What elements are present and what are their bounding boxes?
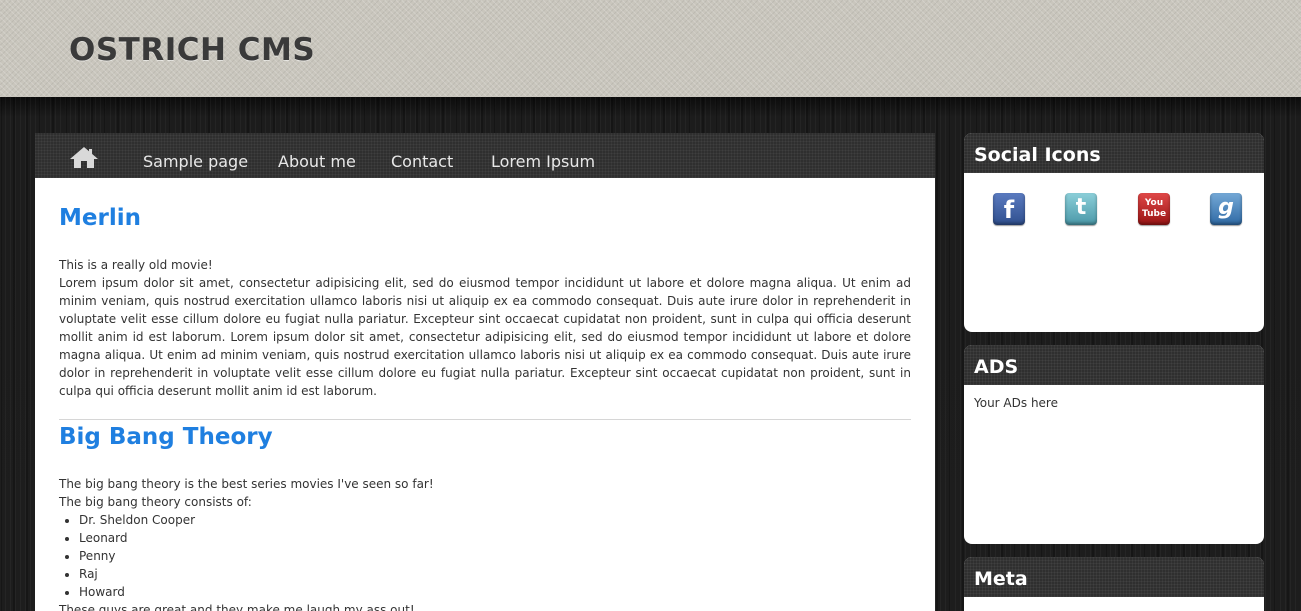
nav-item-contact[interactable]: Contact [391,152,453,171]
post-paragraph: The big bang theory consists of: [59,495,252,509]
post-paragraph: These guys are great and they make me la… [59,603,415,611]
home-icon[interactable] [68,145,100,169]
ads-text: Your ADs here [974,396,1058,410]
post-big-bang-theory: Big Bang Theory The big bang theory is t… [59,420,911,611]
widget-ads: ADS Your ADs here [964,345,1264,544]
list-item: Howard [79,583,911,601]
widget-title: ADS [964,345,1264,385]
post-body: This is a really old movie! Lorem ipsum … [59,256,911,400]
post-paragraph: This is a really old movie! [59,258,213,272]
widget-title: Meta [964,557,1264,597]
twitter-icon[interactable]: t [1065,193,1097,225]
widget-meta: Meta [964,557,1264,611]
main-nav: Sample page About me Contact Lorem Ipsum [35,133,935,178]
facebook-icon[interactable]: f [993,193,1025,225]
cast-list: Dr. Sheldon Cooper Leonard Penny Raj How… [59,511,911,601]
main-content: Sample page About me Contact Lorem Ipsum… [35,133,935,611]
post-title[interactable]: Merlin [59,178,911,232]
nav-item-sample-page[interactable]: Sample page [143,152,248,171]
post-title[interactable]: Big Bang Theory [59,420,911,451]
widget-social-icons: Social Icons f t You Tube g [964,133,1264,332]
posts-list: Merlin This is a really old movie! Lorem… [35,178,935,611]
nav-item-about-me[interactable]: About me [278,152,356,171]
list-item: Penny [79,547,911,565]
list-item: Dr. Sheldon Cooper [79,511,911,529]
post-body: The big bang theory is the best series m… [59,475,911,611]
post-merlin: Merlin This is a really old movie! Lorem… [59,178,911,400]
post-paragraph: The big bang theory is the best series m… [59,477,434,491]
nav-item-lorem-ipsum[interactable]: Lorem Ipsum [491,152,595,171]
widget-body: f t You Tube g [964,173,1264,312]
widget-title: Social Icons [964,133,1264,173]
list-item: Leonard [79,529,911,547]
site-header: OSTRICH CMS [0,0,1301,98]
site-title[interactable]: OSTRICH CMS [69,32,315,68]
post-paragraph: Lorem ipsum dolor sit amet, consectetur … [59,276,911,398]
list-item: Raj [79,565,911,583]
youtube-icon[interactable]: You Tube [1138,193,1170,225]
google-icon[interactable]: g [1210,193,1242,225]
